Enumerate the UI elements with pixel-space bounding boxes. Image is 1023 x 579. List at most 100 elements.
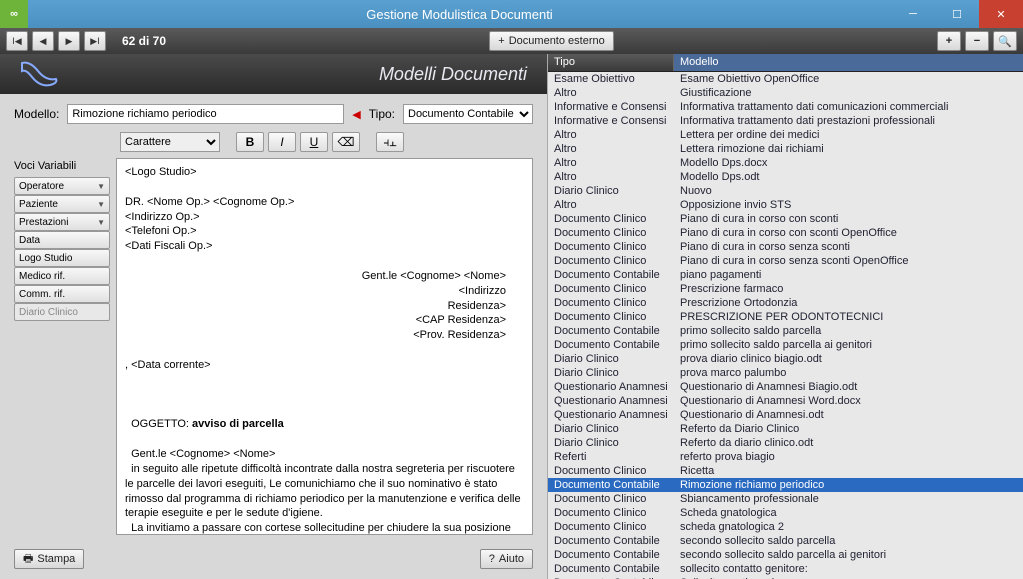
list-row[interactable]: Documento Contabilepiano pagamenti <box>548 268 1023 282</box>
editor-header: <Logo Studio> DR. <Nome Op.> <Cognome Op… <box>125 165 524 254</box>
close-button[interactable]: ✕ <box>979 0 1023 28</box>
list-row[interactable]: Documento ClinicoPiano di cura in corso … <box>548 212 1023 226</box>
list-row[interactable]: Diario ClinicoReferto da Diario Clinico <box>548 422 1023 436</box>
variable-paziente[interactable]: Paziente▼ <box>14 195 110 213</box>
list-row[interactable]: AltroOpposizione invio STS <box>548 198 1023 212</box>
font-select[interactable]: Carattere <box>120 132 220 152</box>
printer-icon: 🖶 <box>23 550 33 569</box>
toolbar: I◀ ◀ ▶ ▶I 62 di 70 + Documento esterno +… <box>0 28 1023 54</box>
chevron-down-icon: ▼ <box>97 218 105 227</box>
remove-button[interactable]: − <box>965 31 989 51</box>
list-row[interactable]: Documento ClinicoRicetta <box>548 464 1023 478</box>
underline-button[interactable]: U <box>300 132 328 152</box>
required-marker-icon: ◀ <box>352 108 360 121</box>
list-row[interactable]: Documento Contabileprimo sollecito saldo… <box>548 324 1023 338</box>
variables-sidebar: Voci Variabili Operatore▼Paziente▼Presta… <box>14 158 110 535</box>
list-row[interactable]: Diario Clinicoprova diario clinico biagi… <box>548 352 1023 366</box>
list-row[interactable]: Documento ClinicoPrescrizione Ortodonzia <box>548 296 1023 310</box>
list-row[interactable]: Esame ObiettivoEsame Obiettivo OpenOffic… <box>548 72 1023 86</box>
italic-button[interactable]: I <box>268 132 296 152</box>
list-row[interactable]: Informative e ConsensiInformativa tratta… <box>548 114 1023 128</box>
variable-prestazioni[interactable]: Prestazioni▼ <box>14 213 110 231</box>
add-button[interactable]: + <box>937 31 961 51</box>
print-button[interactable]: 🖶 Stampa <box>14 549 84 569</box>
external-document-button[interactable]: + Documento esterno <box>489 31 613 51</box>
variable-diario-clinico: Diario Clinico <box>14 303 110 321</box>
col-tipo[interactable]: Tipo <box>548 54 674 71</box>
list-row[interactable]: Documento ClinicoPiano di cura in corso … <box>548 240 1023 254</box>
list-row[interactable]: Documento ClinicoScheda gnatologica <box>548 506 1023 520</box>
list-row[interactable]: Documento Contabilesollecito contatto ge… <box>548 562 1023 576</box>
bold-button[interactable]: B <box>236 132 264 152</box>
variable-comm-rif-[interactable]: Comm. rif. <box>14 285 110 303</box>
document-list[interactable]: Esame ObiettivoEsame Obiettivo OpenOffic… <box>548 72 1023 579</box>
erase-format-button[interactable]: ⌫ <box>332 132 360 152</box>
banner-title: Modelli Documenti <box>60 64 527 85</box>
variables-label: Voci Variabili <box>14 158 110 174</box>
window-title: Gestione Modulistica Documenti <box>28 7 891 22</box>
model-label: Modello: <box>14 107 59 121</box>
list-row[interactable]: Documento Contabileprimo sollecito saldo… <box>548 338 1023 352</box>
list-row[interactable]: AltroModello Dps.docx <box>548 156 1023 170</box>
eraser-icon: ⌫ <box>338 135 355 149</box>
prev-record-button[interactable]: ◀ <box>32 31 54 51</box>
list-row[interactable]: Diario Clinicoprova marco palumbo <box>548 366 1023 380</box>
list-row[interactable]: AltroLettera rimozione dai richiami <box>548 142 1023 156</box>
model-name-input[interactable] <box>67 104 344 124</box>
variable-data[interactable]: Data <box>14 231 110 249</box>
tipo-label: Tipo: <box>369 107 395 121</box>
minimize-button[interactable]: ─ <box>891 0 935 28</box>
next-record-button[interactable]: ▶ <box>58 31 80 51</box>
split-icon: ⫞⫠ <box>383 135 396 150</box>
list-row[interactable]: Documento ClinicoPiano di cura in corso … <box>548 226 1023 240</box>
list-row[interactable]: Informative e ConsensiInformativa tratta… <box>548 100 1023 114</box>
split-button[interactable]: ⫞⫠ <box>376 132 404 152</box>
app-icon: ∞ <box>0 0 28 28</box>
format-toolbar: Carattere B I U ⌫ ⫞⫠ <box>0 130 547 158</box>
search-button[interactable]: 🔍 <box>993 31 1017 51</box>
record-counter: 62 di 70 <box>122 34 166 48</box>
left-panel: Modelli Documenti Modello: ◀ Tipo: Docum… <box>0 54 547 579</box>
chevron-down-icon: ▼ <box>97 182 105 191</box>
list-row[interactable]: Documento Contabilesecondo sollecito sal… <box>548 534 1023 548</box>
right-panel: Tipo Modello Esame ObiettivoEsame Obiett… <box>547 54 1023 579</box>
editor-body: Gent.le <Cognome> <Nome> in seguito alle… <box>125 447 524 535</box>
list-row[interactable]: Documento Contabilesecondo sollecito sal… <box>548 548 1023 562</box>
document-editor[interactable]: <Logo Studio> DR. <Nome Op.> <Cognome Op… <box>116 158 533 535</box>
list-row[interactable]: Diario ClinicoNuovo <box>548 184 1023 198</box>
titlebar: ∞ Gestione Modulistica Documenti ─ ☐ ✕ <box>0 0 1023 28</box>
editor-date: , <Data corrente> <box>125 358 524 373</box>
first-record-button[interactable]: I◀ <box>6 31 28 51</box>
help-button[interactable]: ? Aiuto <box>480 549 533 569</box>
list-row[interactable]: Documento ClinicoPRESCRIZIONE PER ODONTO… <box>548 310 1023 324</box>
list-row[interactable]: AltroLettera per ordine dei medici <box>548 128 1023 142</box>
list-row[interactable]: Refertireferto prova biagio <box>548 450 1023 464</box>
list-row[interactable]: AltroGiustificazione <box>548 86 1023 100</box>
list-row[interactable]: Documento ContabileRimozione richiamo pe… <box>548 478 1023 492</box>
variable-logo-studio[interactable]: Logo Studio <box>14 249 110 267</box>
tipo-select[interactable]: Documento Contabile <box>403 104 533 124</box>
list-row[interactable]: Documento ClinicoPiano di cura in corso … <box>548 254 1023 268</box>
variable-medico-rif-[interactable]: Medico rif. <box>14 267 110 285</box>
list-row[interactable]: Diario ClinicoReferto da diario clinico.… <box>548 436 1023 450</box>
chevron-down-icon: ▼ <box>97 200 105 209</box>
list-row[interactable]: Documento ClinicoSbiancamento profession… <box>548 492 1023 506</box>
col-modello[interactable]: Modello <box>674 54 1023 71</box>
list-row[interactable]: Questionario AnamnesiQuestionario di Ana… <box>548 394 1023 408</box>
question-icon: ? <box>489 553 495 565</box>
list-header: Tipo Modello <box>548 54 1023 72</box>
list-row[interactable]: Questionario AnamnesiQuestionario di Ana… <box>548 408 1023 422</box>
search-icon: 🔍 <box>998 35 1012 48</box>
list-row[interactable]: Documento ClinicoPrescrizione farmaco <box>548 282 1023 296</box>
last-record-button[interactable]: ▶I <box>84 31 106 51</box>
editor-address: Gent.le <Cognome> <Nome> <Indirizzo Resi… <box>125 269 524 343</box>
variable-operatore[interactable]: Operatore▼ <box>14 177 110 195</box>
plus-icon: + <box>498 35 504 47</box>
list-row[interactable]: Questionario AnamnesiQuestionario di Ana… <box>548 380 1023 394</box>
list-row[interactable]: Documento Clinicoscheda gnatologica 2 <box>548 520 1023 534</box>
logo-icon <box>20 59 60 89</box>
maximize-button[interactable]: ☐ <box>935 0 979 28</box>
editor-subject-line: OGGETTO: avviso di parcella <box>125 417 524 432</box>
list-row[interactable]: AltroModello Dps.odt <box>548 170 1023 184</box>
banner: Modelli Documenti <box>0 54 547 94</box>
